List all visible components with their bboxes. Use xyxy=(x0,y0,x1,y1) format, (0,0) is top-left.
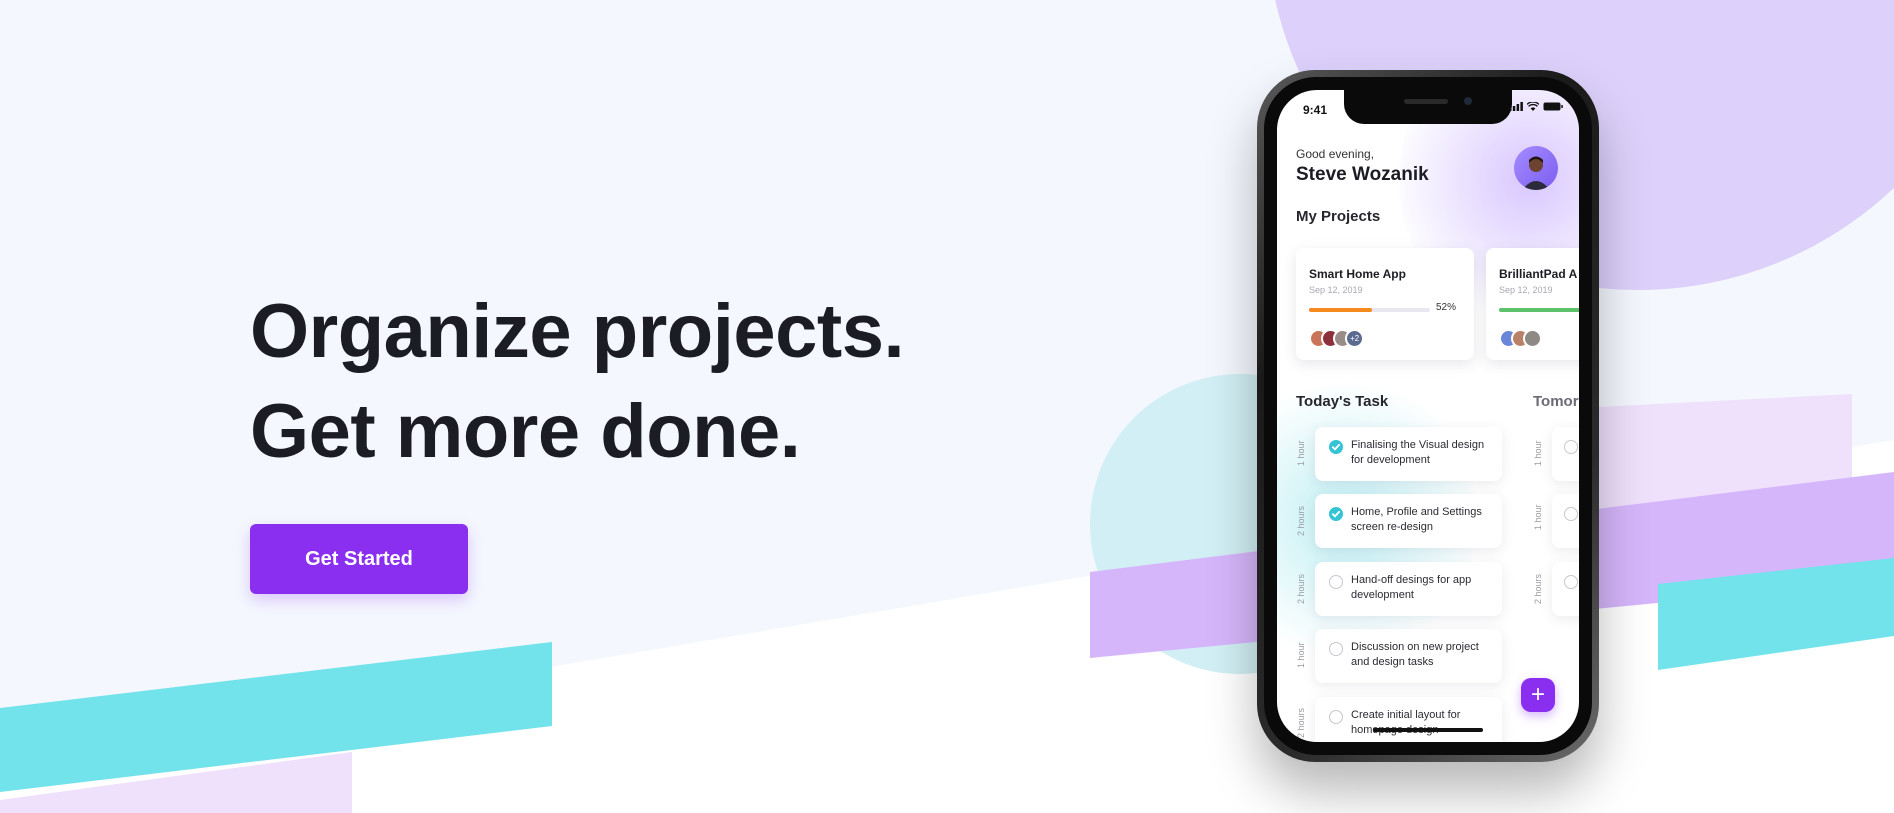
task-checkbox[interactable] xyxy=(1329,710,1343,724)
user-name: Steve Wozanik xyxy=(1296,164,1429,185)
phone-mockup: 9:41 Good evening, Steve Wozanik My Proj… xyxy=(1257,70,1599,762)
headline-line-2: Get more done. xyxy=(250,389,801,474)
project-date: Sep 12, 2019 xyxy=(1499,285,1553,295)
project-progress-bar xyxy=(1499,308,1579,312)
speaker-grille xyxy=(1404,99,1448,104)
task-duration: 2 hours xyxy=(1296,707,1306,738)
task-title: Hand-off desings for app development xyxy=(1351,574,1472,601)
user-avatar-icon xyxy=(1522,156,1550,190)
headline-line-1: Organize projects. xyxy=(250,289,905,374)
avatar[interactable] xyxy=(1514,146,1558,190)
project-name: Smart Home App xyxy=(1309,267,1406,281)
task-title: Create initial layout for homepage desig… xyxy=(1351,709,1461,736)
task-duration: 1 hour xyxy=(1533,504,1543,530)
task-card[interactable] xyxy=(1552,427,1579,481)
task-duration: 2 hours xyxy=(1533,573,1543,604)
task-card[interactable]: Hand-off desings for app development xyxy=(1315,562,1502,616)
home-indicator xyxy=(1373,728,1483,732)
task-card[interactable]: Create initial layout for homepage desig… xyxy=(1315,697,1502,742)
task-duration: 1 hour xyxy=(1533,440,1543,466)
todays-task-title: Today's Task xyxy=(1296,393,1389,410)
project-card-brilliantpad[interactable]: BrilliantPad A Sep 12, 2019 xyxy=(1486,248,1579,360)
task-duration: 1 hour xyxy=(1296,642,1306,668)
task-duration: 2 hours xyxy=(1296,505,1306,536)
member-avatars xyxy=(1499,329,1542,348)
task-card[interactable] xyxy=(1552,494,1579,548)
add-task-button[interactable]: + xyxy=(1521,678,1555,712)
check-icon xyxy=(1331,510,1341,518)
project-name: BrilliantPad A xyxy=(1499,267,1578,281)
task-checkbox[interactable] xyxy=(1564,507,1578,521)
task-checkbox[interactable] xyxy=(1564,575,1578,589)
task-duration: 1 hour xyxy=(1296,440,1306,466)
project-progress-bar xyxy=(1309,308,1430,312)
task-checkbox[interactable] xyxy=(1329,642,1343,656)
task-card[interactable]: Home, Profile and Settings screen re-des… xyxy=(1315,494,1502,548)
battery-icon xyxy=(1543,102,1563,111)
task-duration: 2 hours xyxy=(1296,573,1306,604)
hero-headline: Organize projects. Get more done. xyxy=(250,282,905,482)
task-title: Discussion on new project and design tas… xyxy=(1351,641,1479,668)
task-card[interactable]: Discussion on new project and design tas… xyxy=(1315,629,1502,683)
my-projects-title: My Projects xyxy=(1296,208,1381,225)
project-progress-fill xyxy=(1309,308,1372,312)
greeting-text: Good evening, xyxy=(1296,147,1375,161)
check-icon xyxy=(1331,443,1341,451)
task-card[interactable] xyxy=(1552,562,1579,616)
task-checkbox-checked[interactable] xyxy=(1329,507,1343,521)
get-started-button[interactable]: Get Started xyxy=(250,524,468,594)
member-avatar xyxy=(1523,329,1542,348)
member-avatars: +2 xyxy=(1309,329,1364,348)
status-icons xyxy=(1509,102,1563,111)
more-members-badge: +2 xyxy=(1345,329,1364,348)
task-checkbox[interactable] xyxy=(1564,440,1578,454)
project-card-smart-home[interactable]: Smart Home App Sep 12, 2019 52% +2 xyxy=(1296,248,1474,360)
project-progress-fill xyxy=(1499,308,1579,312)
wifi-icon xyxy=(1527,102,1539,111)
phone-screen: 9:41 Good evening, Steve Wozanik My Proj… xyxy=(1277,90,1579,742)
project-progress-label: 52% xyxy=(1436,302,1457,313)
task-title: Finalising the Visual design for develop… xyxy=(1351,439,1485,466)
task-title: Home, Profile and Settings screen re-des… xyxy=(1351,506,1482,533)
tomorrow-title: Tomor xyxy=(1533,393,1579,410)
status-time: 9:41 xyxy=(1303,103,1328,117)
signal-icon xyxy=(1509,102,1523,111)
task-checkbox[interactable] xyxy=(1329,575,1343,589)
project-date: Sep 12, 2019 xyxy=(1309,285,1363,295)
task-checkbox-checked[interactable] xyxy=(1329,440,1343,454)
task-card[interactable]: Finalising the Visual design for develop… xyxy=(1315,427,1502,481)
front-camera xyxy=(1464,97,1472,105)
phone-notch xyxy=(1344,90,1512,124)
hero-section: Organize projects. Get more done. Get St… xyxy=(250,282,905,594)
